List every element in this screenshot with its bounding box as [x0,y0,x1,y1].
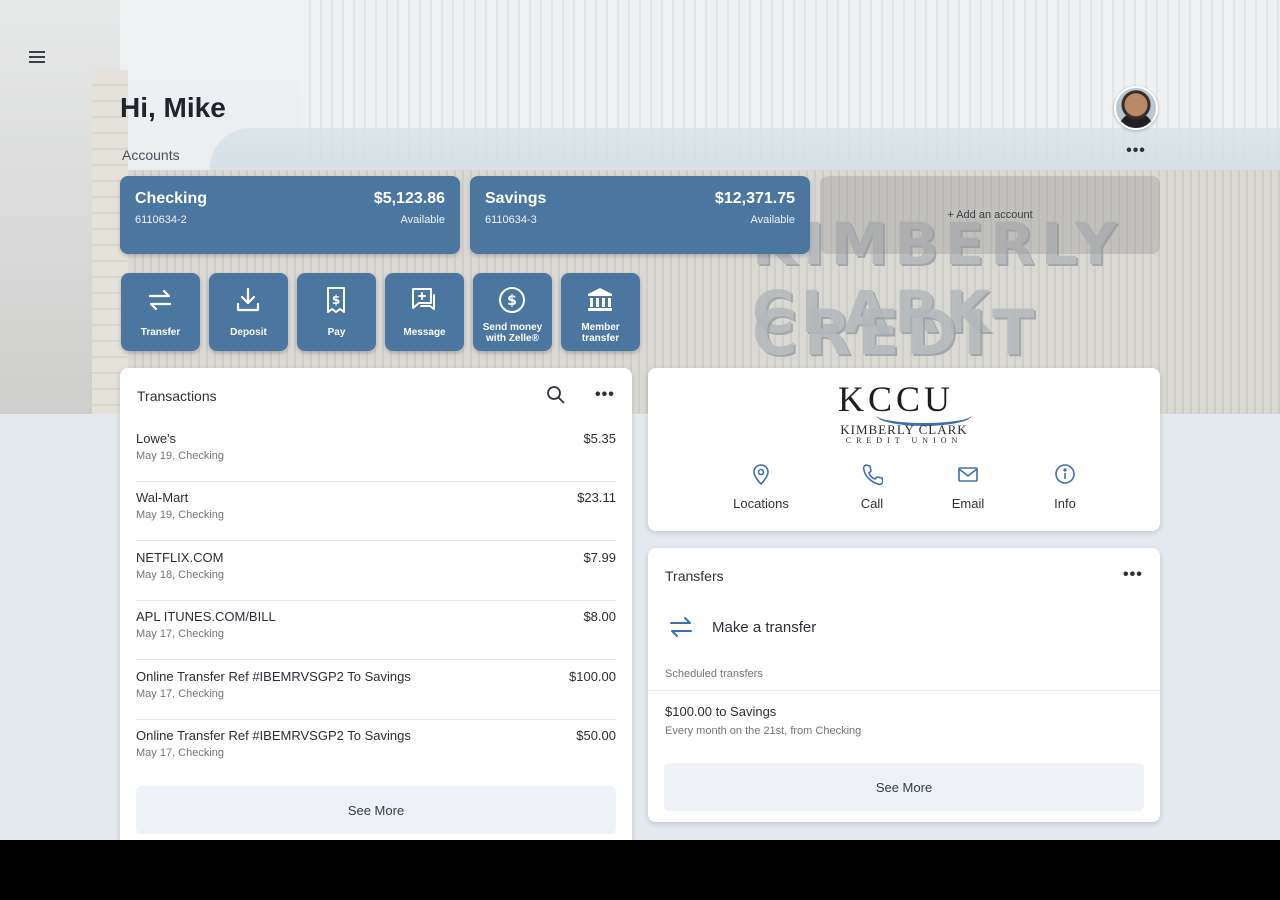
location-pin-icon [753,464,769,486]
account-balance: $5,123.86 [373,190,445,207]
transaction-amount: $8.00 [583,609,616,624]
account-balance: $12,371.75 [714,190,795,207]
account-name: Checking [135,190,208,207]
transactions-title: Transactions [137,388,217,404]
info-icon [1055,464,1075,484]
svg-text:$: $ [507,293,517,309]
svg-text:$: $ [332,293,340,307]
transaction-meta: May 17, Checking [136,628,225,640]
contact-label: Info [1054,496,1076,511]
message-icon [412,288,435,310]
contact-label: Locations [733,496,789,511]
transaction-row[interactable]: APL ITUNES.COM/BILL $8.00 May 17, Checki… [136,601,616,660]
transaction-description: Wal-Mart [136,490,189,505]
transaction-meta: May 19, Checking [136,450,225,462]
bank-icon [588,288,612,311]
search-icon[interactable] [546,385,566,405]
account-number: 6110634-2 [135,214,187,226]
transaction-amount: $5.35 [583,431,616,446]
divider [648,690,1160,691]
account-balance-label: Available [750,214,795,226]
profile-avatar[interactable] [1114,86,1158,130]
transaction-description: NETFLIX.COM [136,550,224,565]
email-icon [958,467,978,482]
logo-line2: CREDIT UNION [845,436,963,445]
transfers-more-icon[interactable]: ••• [1123,567,1143,583]
transaction-meta: May 17, Checking [136,747,225,759]
make-transfer-label: Make a transfer [712,619,817,636]
quick-action-label: Transfer [140,327,181,338]
quick-action-label: Send money with Zelle® [482,322,543,344]
kccu-logo: KCCU KIMBERLY CLARK CREDIT UNION [834,378,974,450]
app-root: KIMBERLY CLARK CREDIT UNION Hi, Mike Acc… [0,0,1280,840]
transaction-row[interactable]: Lowe's $5.35 May 19, Checking [136,423,616,482]
account-card-checking[interactable]: Checking $5,123.86 6110634-2 Available [120,176,460,254]
accounts-section-label: Accounts [122,147,180,163]
make-transfer-button[interactable]: Make a transfer [666,610,966,646]
greeting-title: Hi, Mike [120,92,226,123]
transfers-panel: Transfers ••• See More [648,548,1160,822]
scheduled-transfers-label: Scheduled transfers [665,668,763,680]
transaction-amount: $100.00 [569,669,616,684]
quick-action-label: Pay [327,327,346,338]
transactions-panel: Transactions ••• Lowe's $5.35 May 19, Ch… [120,368,632,840]
quick-action-member-transfer[interactable]: Member transfer [561,273,640,351]
contact-label: Call [860,496,884,511]
transaction-description: Lowe's [136,431,177,446]
scheduled-transfer-subtitle: Every month on the 21st, from Checking [665,725,862,737]
quick-action-label: Message [403,327,446,338]
transaction-description: Online Transfer Ref #IBEMRVSGP2 To Savin… [136,669,411,684]
transfer-icon [148,289,172,311]
account-name: Savings [485,190,547,207]
quick-action-zelle[interactable]: $ Send money with Zelle® [473,273,552,351]
scheduled-transfer-title: $100.00 to Savings [665,704,777,719]
transaction-description: APL ITUNES.COM/BILL [136,609,276,624]
scheduled-transfer-item[interactable]: $100.00 to Savings Every month on the 21… [665,704,1145,737]
transactions-see-more-button[interactable]: See More [136,786,616,834]
hamburger-menu-icon[interactable] [24,44,50,70]
transaction-row[interactable]: Wal-Mart $23.11 May 19, Checking [136,482,616,541]
contact-call[interactable]: Call [832,462,912,511]
transfers-see-more-button[interactable]: See More [664,763,1144,811]
transaction-amount: $50.00 [576,728,616,743]
profile-more-icon[interactable]: ••• [1125,143,1147,160]
transaction-row[interactable]: Online Transfer Ref #IBEMRVSGP2 To Savin… [136,661,616,720]
account-number: 6110634-3 [485,214,537,226]
transaction-description: Online Transfer Ref #IBEMRVSGP2 To Savin… [136,728,411,743]
transaction-amount: $7.99 [583,550,616,565]
quick-action-label: Member transfer [581,322,620,344]
transaction-meta: May 17, Checking [136,688,225,700]
quick-action-label: Deposit [230,327,267,338]
quick-action-message[interactable]: Message [385,273,464,351]
phone-icon [862,464,883,486]
transaction-row[interactable]: NETFLIX.COM $7.99 May 18, Checking [136,542,616,601]
quick-action-transfer[interactable]: Transfer [121,273,200,351]
account-card-savings[interactable]: Savings $12,371.75 6110634-3 Available [470,176,810,254]
quick-action-pay[interactable]: $ Pay [297,273,376,351]
transaction-amount: $23.11 [577,490,616,505]
add-account-button[interactable]: + Add an account [820,176,1160,254]
transfer-icon [670,617,692,637]
transaction-meta: May 19, Checking [136,509,225,521]
zelle-icon: $ [499,287,525,313]
contact-email[interactable]: Email [928,462,1008,511]
contact-locations[interactable]: Locations [721,462,801,511]
deposit-icon [236,287,260,312]
quick-action-deposit[interactable]: Deposit [209,273,288,351]
transactions-more-icon[interactable]: ••• [595,387,615,403]
account-balance-label: Available [400,214,445,226]
transaction-meta: May 18, Checking [136,569,225,581]
pay-icon: $ [327,287,345,313]
contact-info[interactable]: Info [1025,462,1105,511]
transfers-title: Transfers [665,568,724,584]
transaction-row[interactable]: Online Transfer Ref #IBEMRVSGP2 To Savin… [136,720,616,779]
contact-label: Email [951,496,985,511]
